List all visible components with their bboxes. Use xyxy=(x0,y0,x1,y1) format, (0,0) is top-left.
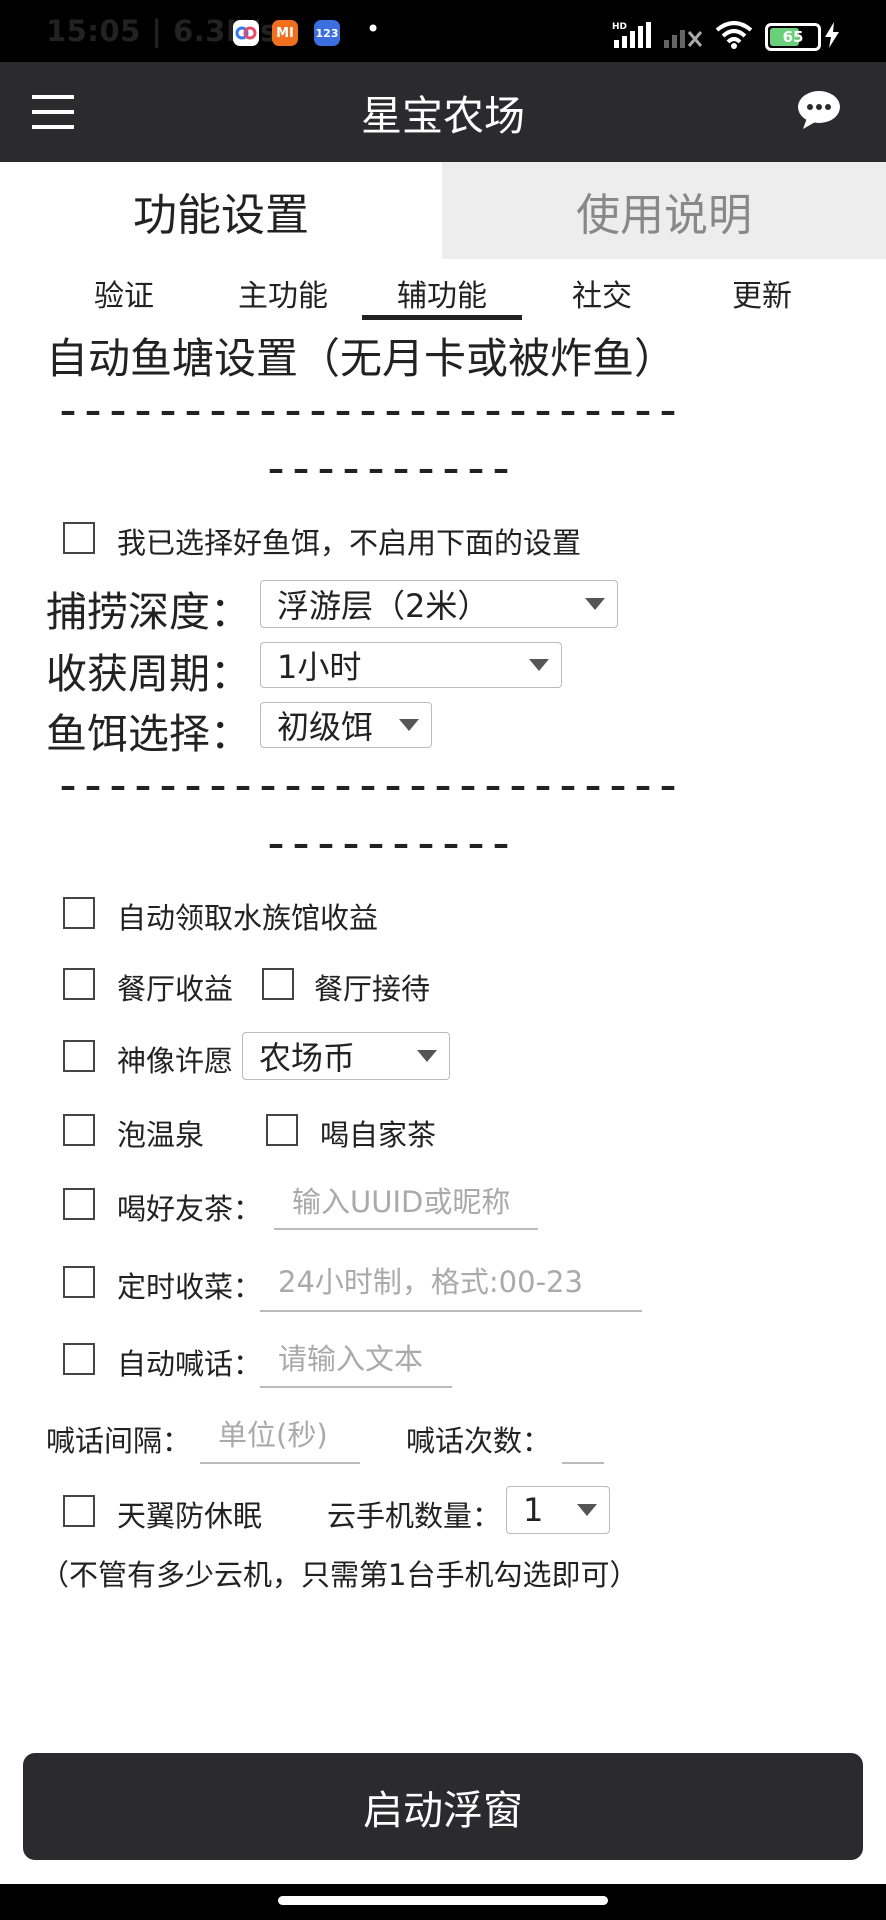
auto-shout-label: 自动喊话： xyxy=(117,1347,263,1381)
notification-dot: • xyxy=(366,15,381,43)
hot-spring-checkbox[interactable] xyxy=(63,1114,95,1146)
chevron-down-icon xyxy=(417,1050,437,1062)
restaurant-reception-label: 餐厅接待 xyxy=(314,972,431,1006)
friend-tea-label: 喝好友茶： xyxy=(117,1192,263,1226)
cellular-signal-2-icon xyxy=(662,22,704,54)
divider-dashes: ––––––––––––––––––––––––– xyxy=(60,392,685,430)
bait-select-value: 初级饵 xyxy=(277,708,374,746)
cloud-phone-count-select[interactable]: 1 xyxy=(506,1486,610,1534)
cloud-phone-count-value: 1 xyxy=(523,1491,544,1529)
cycle-select[interactable]: 1小时 xyxy=(260,642,562,688)
restaurant-reception-checkbox[interactable] xyxy=(262,968,294,1000)
subtab-social[interactable]: 社交 xyxy=(522,268,682,318)
statue-wish-select[interactable]: 农场币 xyxy=(242,1032,450,1080)
bait-select[interactable]: 初级饵 xyxy=(260,702,432,748)
depth-select[interactable]: 浮游层（2米） xyxy=(260,580,618,628)
auto-shout-input[interactable] xyxy=(260,1338,452,1388)
subtab-aux-function[interactable]: 辅功能 xyxy=(362,268,522,318)
battery-level: 65 xyxy=(782,28,804,46)
divider-dashes: –––––––––– xyxy=(268,450,518,488)
subtab-update[interactable]: 更新 xyxy=(682,268,842,318)
shout-interval-input[interactable] xyxy=(200,1414,360,1464)
start-floating-window-button[interactable]: 启动浮窗 xyxy=(23,1753,863,1860)
depth-select-value: 浮游层（2米） xyxy=(277,587,490,625)
divider-dashes: –––––––––– xyxy=(268,825,518,863)
123pan-icon: 123 xyxy=(314,20,340,46)
cloud-phone-count-label: 云手机数量： xyxy=(327,1499,502,1533)
aquarium-label: 自动领取水族馆收益 xyxy=(117,901,379,935)
charging-icon xyxy=(824,22,840,52)
chevron-down-icon xyxy=(529,659,549,671)
battery-icon: 65 xyxy=(765,23,821,51)
statue-wish-select-value: 农场币 xyxy=(259,1039,356,1077)
fishpond-heading: 自动鱼塘设置（无月卡或被炸鱼） xyxy=(46,334,677,383)
friend-tea-checkbox[interactable] xyxy=(63,1188,95,1220)
aquarium-checkbox[interactable] xyxy=(63,897,95,929)
auto-shout-checkbox[interactable] xyxy=(63,1343,95,1375)
timed-harvest-checkbox[interactable] xyxy=(63,1266,95,1298)
menu-icon[interactable] xyxy=(32,92,76,132)
restaurant-income-label: 餐厅收益 xyxy=(117,972,234,1006)
shout-interval-label: 喊话间隔： xyxy=(46,1424,192,1458)
tab-usage-instructions[interactable]: 使用说明 xyxy=(442,162,886,259)
depth-label: 捕捞深度： xyxy=(46,588,251,636)
skip-bait-label: 我已选择好鱼饵，不启用下面的设置 xyxy=(117,526,582,560)
subtab-main-function[interactable]: 主功能 xyxy=(203,268,363,318)
statue-wish-label: 神像许愿 xyxy=(117,1044,234,1078)
home-tea-checkbox[interactable] xyxy=(266,1114,298,1146)
wifi-icon xyxy=(714,18,754,54)
bait-label: 鱼饵选择： xyxy=(46,710,251,758)
home-tea-label: 喝自家茶 xyxy=(320,1118,437,1152)
divider-dashes: ––––––––––––––––––––––––– xyxy=(60,767,685,805)
friend-tea-input[interactable] xyxy=(274,1182,538,1230)
svg-text:HD: HD xyxy=(612,22,627,32)
baidu-netdisk-icon xyxy=(233,20,259,46)
chevron-down-icon xyxy=(577,1504,597,1516)
hot-spring-label: 泡温泉 xyxy=(117,1118,205,1152)
timed-harvest-input[interactable] xyxy=(260,1260,642,1312)
chat-bubble-icon[interactable] xyxy=(797,90,841,130)
subtab-verify[interactable]: 验证 xyxy=(44,268,204,318)
timed-harvest-label: 定时收菜： xyxy=(117,1270,263,1304)
skip-bait-checkbox[interactable] xyxy=(63,522,95,554)
app-title: 星宝农场 xyxy=(361,92,525,140)
chevron-down-icon xyxy=(585,598,605,610)
xiaomi-icon: MI xyxy=(272,20,298,46)
home-indicator[interactable] xyxy=(278,1896,608,1905)
restaurant-income-checkbox[interactable] xyxy=(63,968,95,1000)
cellular-signal-icon: HD xyxy=(612,20,652,54)
subtab-active-indicator xyxy=(362,315,522,320)
shout-count-input[interactable] xyxy=(562,1414,604,1464)
cycle-select-value: 1小时 xyxy=(277,648,362,686)
statue-wish-checkbox[interactable] xyxy=(63,1040,95,1072)
chevron-down-icon xyxy=(399,719,419,731)
tab-function-settings[interactable]: 功能设置 xyxy=(0,162,442,259)
shout-count-label: 喊话次数： xyxy=(406,1424,552,1458)
cycle-label: 收获周期： xyxy=(46,650,251,698)
anti-sleep-checkbox[interactable] xyxy=(63,1495,95,1527)
anti-sleep-label: 天翼防休眠 xyxy=(117,1499,263,1533)
cloud-phone-note: （不管有多少云机，只需第1台手机勾选即可） xyxy=(40,1558,639,1592)
